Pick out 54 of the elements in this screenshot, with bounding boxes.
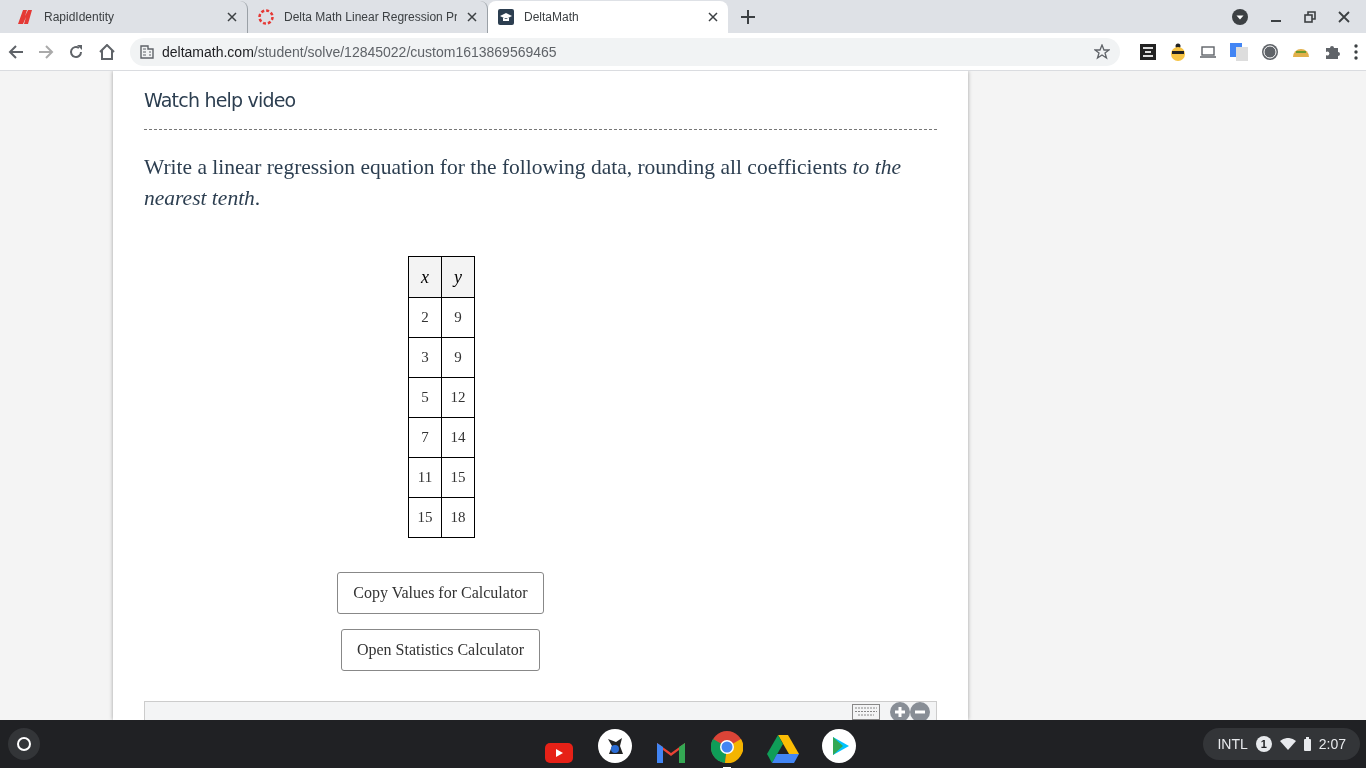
calculator-button[interactable]: Open Statistics Calculator <box>340 629 541 671</box>
star-icon[interactable] <box>1094 43 1110 60</box>
table-cell: 5 <box>408 377 442 418</box>
input-method-label: INTL <box>1217 736 1248 752</box>
browser-tab[interactable]: DeltaMath <box>488 1 728 33</box>
notification-count: 1 <box>1255 736 1272 752</box>
browser-logo-icon <box>711 731 744 763</box>
close-icon[interactable] <box>227 12 237 22</box>
table-cell: 9 <box>441 337 475 378</box>
dropdown-icon[interactable] <box>1232 9 1248 25</box>
table-cell: 15 <box>441 457 475 498</box>
table-cell: 14 <box>441 417 475 458</box>
column-header: x <box>408 256 442 298</box>
table-cell: 9 <box>441 297 475 338</box>
table-cell: 2 <box>408 297 442 338</box>
address-bar[interactable]: deltamath.com/student/solve/12845022/custom1613869569465 <box>130 37 1120 66</box>
home-icon[interactable] <box>98 43 116 60</box>
play-triangle-logo-icon <box>822 729 857 763</box>
restore-icon[interactable] <box>1304 11 1316 23</box>
table-cell: 7 <box>408 417 442 458</box>
puzzle-piece-icon[interactable] <box>1324 43 1340 60</box>
logo-icon <box>18 10 34 24</box>
battery-icon <box>1303 737 1311 751</box>
dotted-ring-icon <box>258 9 274 25</box>
keyboard-icon[interactable] <box>852 704 880 720</box>
triangle-logo-icon <box>767 735 800 763</box>
table-cell: 3 <box>408 337 442 378</box>
penguin-logo-icon <box>598 729 633 763</box>
problem-prompt: Write a linear regression equation for the following data, rounding all coefficients to the nearest tenth. <box>144 154 902 212</box>
table-cell: 12 <box>441 377 475 418</box>
more-vertical-icon[interactable] <box>1354 43 1358 60</box>
back-arrow-icon[interactable] <box>8 43 24 60</box>
calculator-button[interactable]: Copy Values for Calculator <box>337 572 544 614</box>
table-cell: 11 <box>408 457 442 498</box>
close-icon[interactable] <box>467 12 477 22</box>
laptop-icon[interactable] <box>1200 45 1216 58</box>
graduation-cap-icon <box>498 9 514 25</box>
reload-icon[interactable] <box>68 43 84 60</box>
building-icon <box>140 44 154 59</box>
close-icon[interactable] <box>708 12 718 22</box>
extension-icon[interactable] <box>1140 43 1156 60</box>
launcher-button[interactable] <box>8 728 40 760</box>
close-icon[interactable] <box>1338 11 1350 23</box>
status-tray[interactable]: INTL 1 2:07 <box>1203 728 1360 760</box>
ninja-face-icon[interactable] <box>1170 42 1186 61</box>
circle-icon <box>16 736 32 752</box>
clock-time: 2:07 <box>1318 736 1346 752</box>
help-video-link[interactable]: Watch help video <box>144 89 296 111</box>
column-header: y <box>441 256 475 298</box>
table-cell: 18 <box>441 497 475 538</box>
table-cell: 15 <box>408 497 442 538</box>
wifi-icon <box>1279 738 1296 750</box>
play-logo-icon <box>545 743 574 763</box>
answer-field[interactable] <box>144 701 937 720</box>
